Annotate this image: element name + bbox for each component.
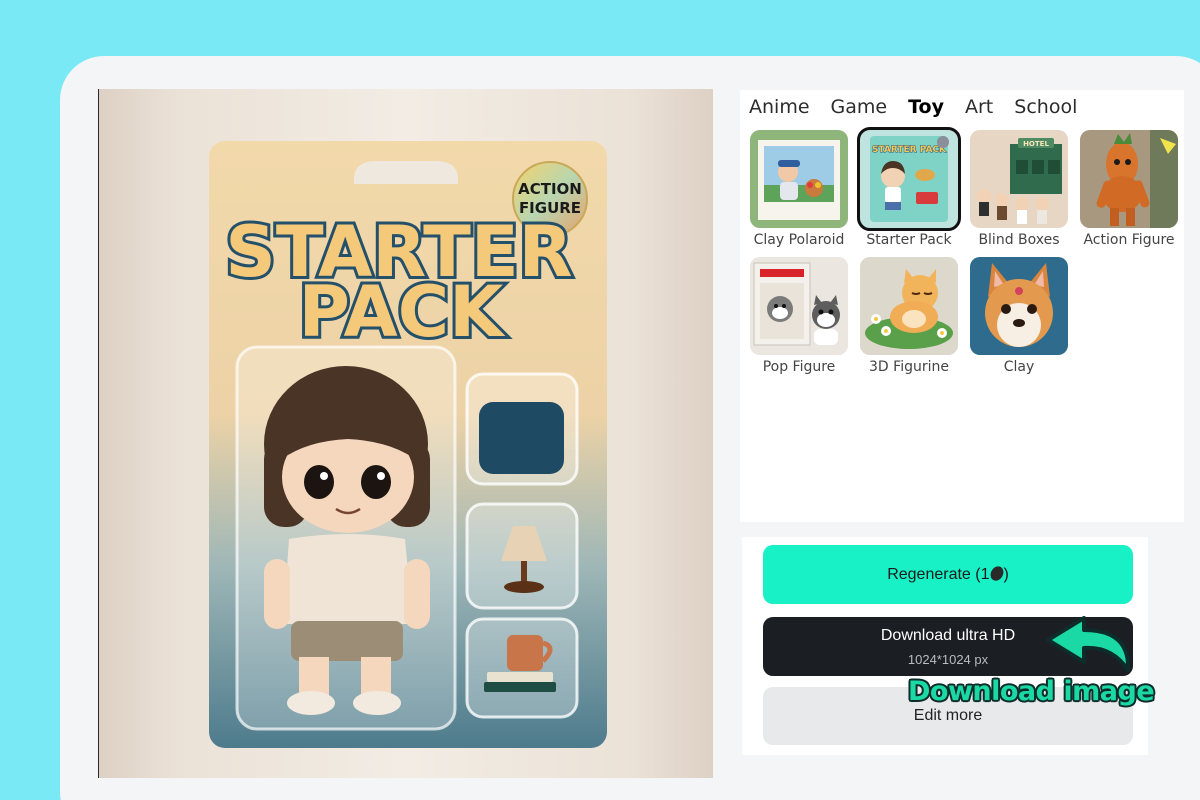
style-tile-starter-pack[interactable]: STARTER PACK Starter Pack: [857, 127, 961, 248]
regenerate-button[interactable]: Regenerate (1): [763, 545, 1133, 604]
style-label: Starter Pack: [866, 232, 952, 248]
category-tabs: Anime Game Toy Art School: [749, 96, 1098, 118]
action-figure-thumbnail: [1080, 130, 1178, 228]
style-label: Pop Figure: [762, 359, 836, 375]
badge-line2: FIGURE: [519, 199, 581, 217]
style-label: Clay: [1003, 359, 1035, 375]
badge-line1: ACTION: [518, 180, 582, 198]
thumb-starter-pack-text: STARTER PACK: [872, 145, 947, 155]
edit-more-label: Edit more: [913, 707, 983, 724]
annotation-download-image: Download image: [908, 676, 1155, 707]
tab-school[interactable]: School: [1014, 96, 1077, 118]
tab-game[interactable]: Game: [831, 96, 888, 118]
regenerate-suffix: ): [1003, 565, 1009, 583]
style-label: Action Figure: [1083, 232, 1175, 248]
style-label: Blind Boxes: [978, 232, 1060, 248]
style-tile-pop-figure[interactable]: Pop Figure: [750, 257, 848, 375]
style-tile-clay[interactable]: Clay: [970, 257, 1068, 375]
tab-art[interactable]: Art: [965, 96, 993, 118]
annotation-arrow-icon: [1046, 616, 1131, 672]
style-picker-panel: Anime Game Toy Art School Clay Polaroid …: [740, 90, 1184, 522]
download-label: Download ultra HD: [880, 626, 1016, 644]
style-grid: Clay Polaroid STARTER PACK Starter Pack …: [750, 127, 1178, 375]
starter-pack-thumbnail: STARTER PACK: [857, 127, 961, 231]
download-resolution: 1024*1024 px: [907, 651, 989, 667]
generated-image-preview: STARTER PACK ACTION FIGURE: [98, 89, 713, 778]
regenerate-label: Regenerate (1: [887, 565, 990, 583]
package-title-line2: PACK: [299, 271, 506, 353]
style-label: 3D Figurine: [869, 359, 949, 375]
style-tile-action-figure[interactable]: Action Figure: [1080, 130, 1178, 248]
pop-figure-thumbnail: [750, 257, 848, 355]
clay-polaroid-thumbnail: [750, 130, 848, 228]
thumb-hotel-text: HOTEL: [1023, 140, 1049, 148]
style-label: Clay Polaroid: [753, 232, 845, 248]
tab-anime[interactable]: Anime: [749, 96, 810, 118]
3d-figurine-thumbnail: [860, 257, 958, 355]
style-tile-blind-boxes[interactable]: HOTEL Blind Boxes: [970, 130, 1068, 248]
clay-thumbnail: [970, 257, 1068, 355]
style-tile-3d-figurine[interactable]: 3D Figurine: [860, 257, 958, 375]
blind-boxes-thumbnail: HOTEL: [970, 130, 1068, 228]
tab-toy[interactable]: Toy: [908, 96, 944, 118]
style-tile-clay-polaroid[interactable]: Clay Polaroid: [750, 130, 848, 248]
